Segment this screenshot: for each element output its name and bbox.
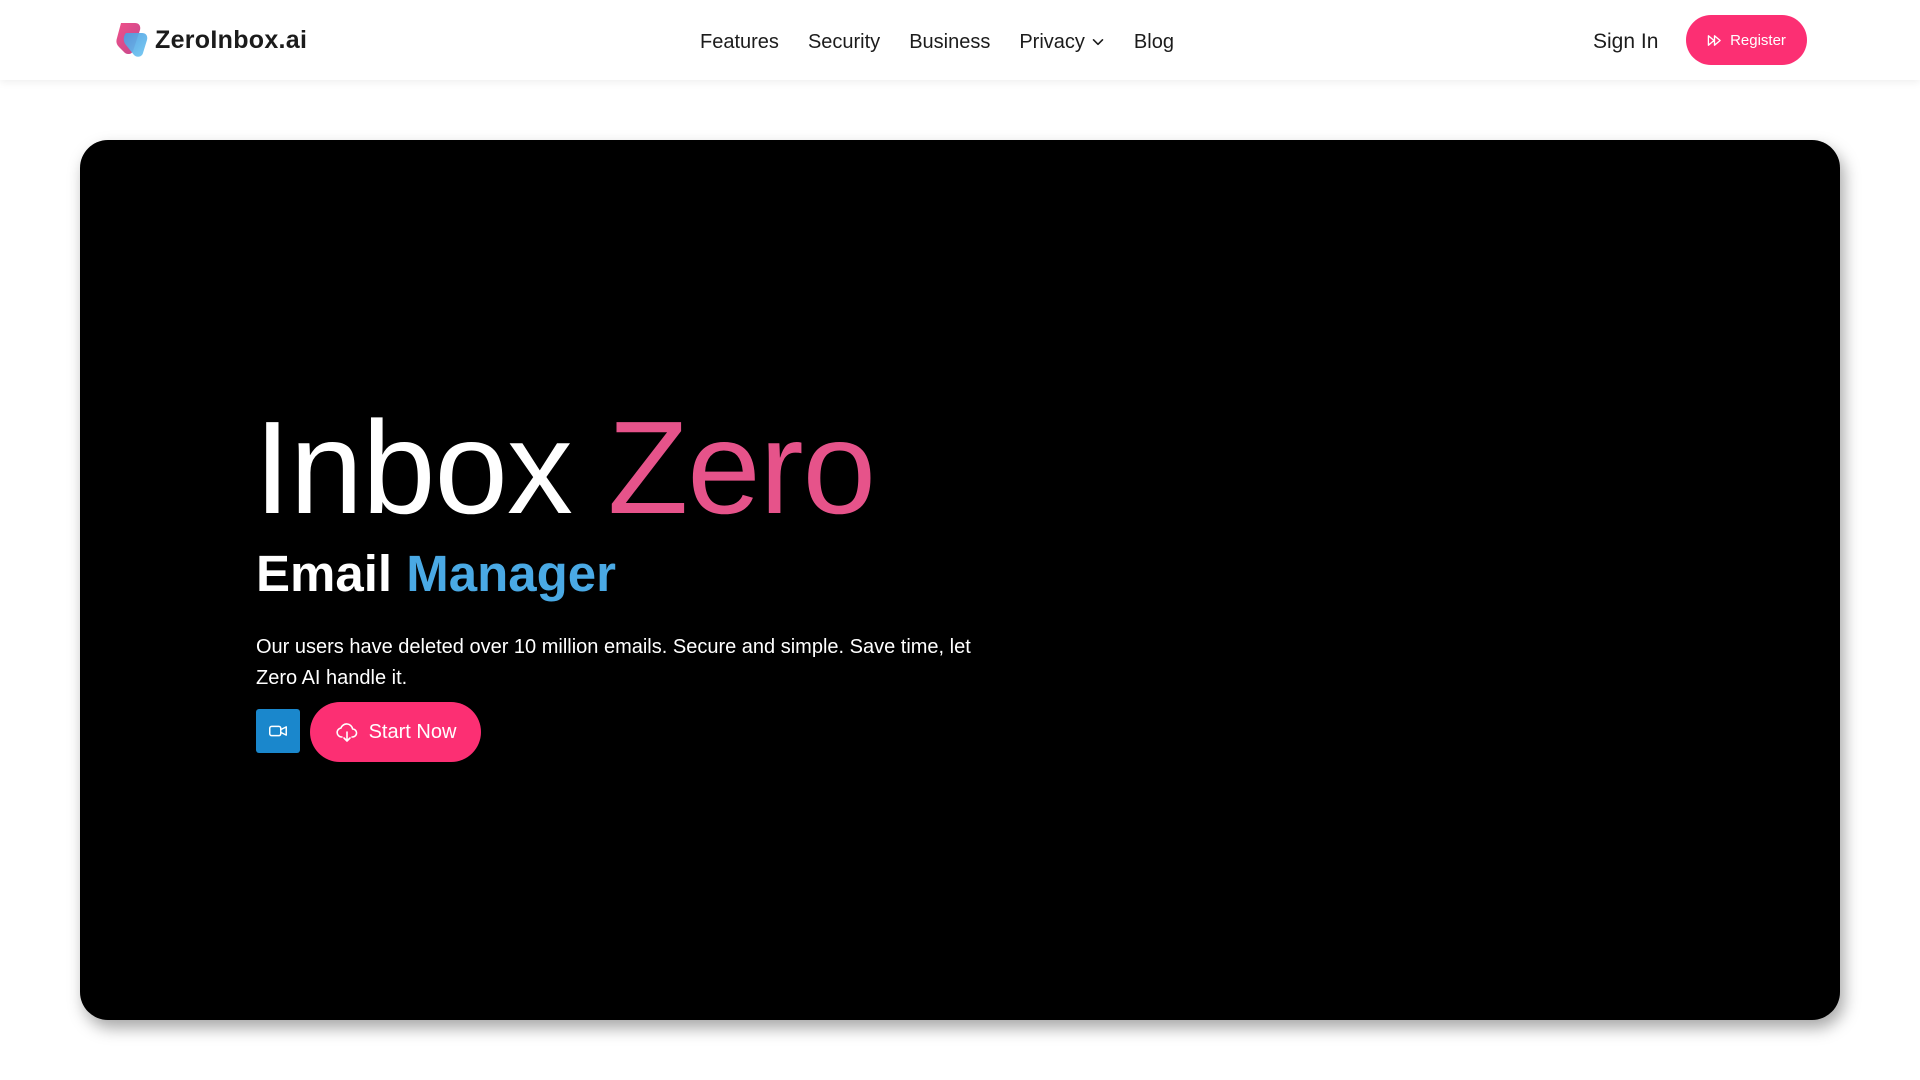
sign-in-link[interactable]: Sign In	[1593, 20, 1658, 64]
hero-title-word-1: Inbox	[254, 394, 573, 541]
brand-name: ZeroInbox.ai	[155, 25, 308, 54]
main-nav: Features Security Business Privacy Blog	[700, 20, 1174, 64]
nav-link-security[interactable]: Security	[808, 31, 880, 54]
nav-link-label: Business	[909, 30, 991, 53]
hero-subtitle-word-2: Manager	[406, 545, 616, 602]
hero-subtitle-word-1: Email	[256, 545, 393, 602]
chevron-down-icon	[1092, 39, 1104, 46]
start-now-button[interactable]: Start Now	[310, 702, 481, 762]
nav-link-features[interactable]: Features	[700, 31, 779, 54]
nav-link-blog[interactable]: Blog	[1134, 31, 1174, 54]
video-camera-icon	[269, 725, 287, 737]
hero-description: Our users have deleted over 10 million e…	[256, 636, 971, 689]
zeroinbox-logo-icon	[116, 23, 148, 57]
fast-forward-icon	[1707, 34, 1721, 46]
nav-link-label: Security	[807, 30, 881, 53]
hero-subtitle: Email Manager	[256, 548, 616, 599]
hero-title: Inbox Zero	[254, 402, 876, 534]
watch-video-button[interactable]	[256, 709, 300, 753]
nav-link-business[interactable]: Business	[909, 31, 990, 54]
top-navbar: ZeroInbox.ai Features Security Business …	[0, 0, 1920, 80]
register-label: Register	[1730, 31, 1786, 49]
nav-link-privacy-dropdown[interactable]: Privacy	[1019, 31, 1105, 54]
register-button[interactable]: Register	[1686, 15, 1807, 65]
start-now-label: Start Now	[368, 720, 457, 743]
hero-card: Inbox Zero Email Manager Our users have …	[80, 140, 1840, 1020]
hero-title-word-2: Zero	[607, 394, 876, 541]
nav-link-label: Features	[700, 30, 779, 53]
cloud-download-icon	[335, 723, 357, 742]
brand-link[interactable]: ZeroInbox.ai	[115, 20, 307, 60]
nav-link-label: Blog	[1133, 30, 1174, 53]
nav-link-label: Privacy	[1019, 30, 1085, 53]
